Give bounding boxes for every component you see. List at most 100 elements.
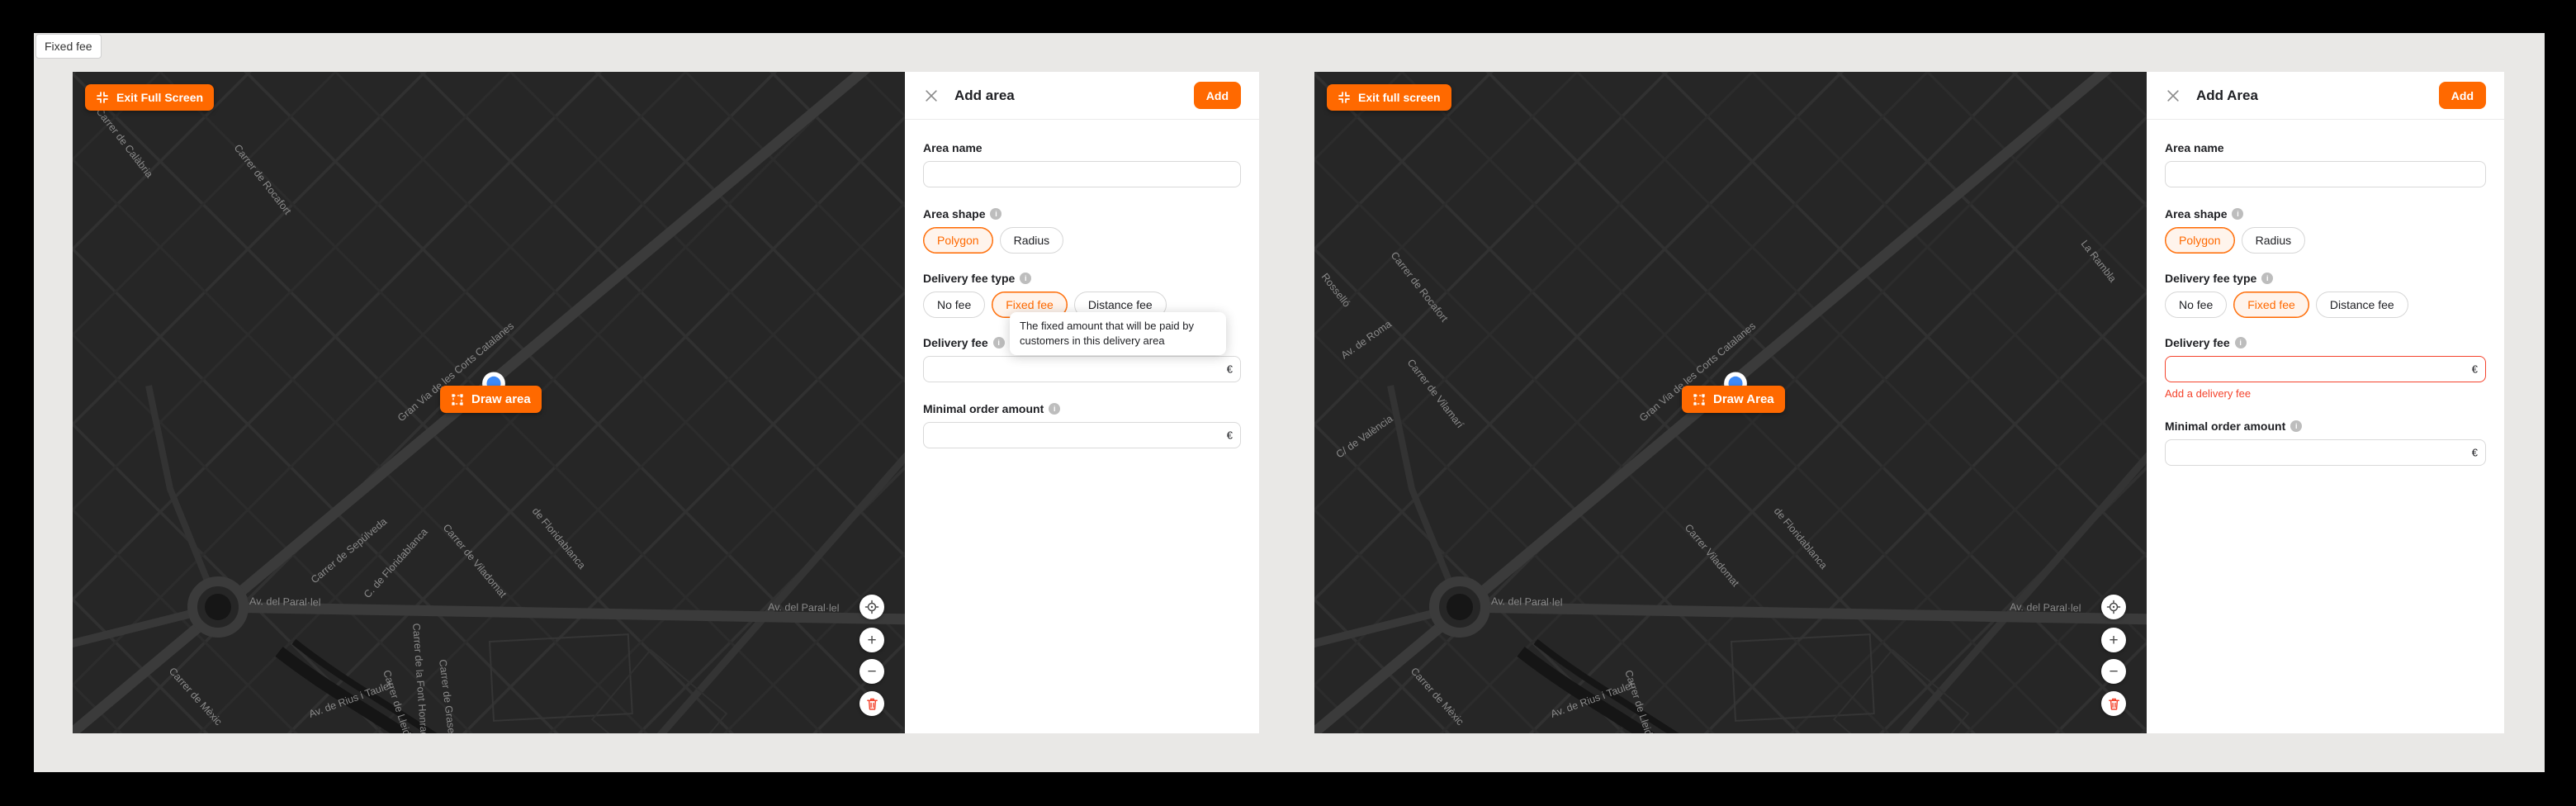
min-order-input[interactable] [923,422,1241,448]
close-icon [2165,88,2181,104]
draw-area-button[interactable]: Draw area [440,386,542,413]
locate-button[interactable] [2101,595,2126,619]
exit-fullscreen-button[interactable]: Exit full screen [1327,84,1451,111]
exit-fullscreen-button[interactable]: Exit Full Screen [85,84,214,111]
delivery-fee-input-wrap: € Add a delivery fee [2165,356,2486,400]
form-header: Add area Add [905,72,1259,120]
min-order-label: Minimal order amount i [923,402,1241,415]
delivery-fee-input[interactable] [2165,356,2486,382]
area-shape-label: Area shape i [2165,207,2486,220]
label-text: Delivery fee type [2165,272,2256,285]
area-name-input[interactable] [2165,161,2486,187]
delivery-fee-label: Delivery fee i [2165,336,2486,349]
form-body: Area name Area shape i Polygon Radius De… [905,120,1259,448]
locate-icon [2106,600,2121,614]
currency-suffix: € [1227,429,1233,442]
close-button[interactable] [2165,88,2181,104]
compress-icon [1338,91,1351,104]
delivery-fee-input-wrap: € [923,356,1241,382]
form-title: Add Area [2196,88,2258,104]
page-canvas: Fixed fee [34,33,2545,772]
delete-area-button[interactable] [859,691,884,716]
zoom-in-button[interactable]: + [859,628,884,652]
exit-fullscreen-label: Exit Full Screen [116,91,203,104]
info-icon[interactable]: i [990,208,1002,220]
dashed-square-icon [451,393,464,406]
info-icon[interactable]: i [2261,273,2273,284]
label-text: Delivery fee [923,336,988,349]
shape-option-polygon[interactable]: Polygon [923,227,993,254]
plus-icon: + [2109,633,2118,648]
form-title: Add area [954,88,1015,104]
minus-icon: − [2109,664,2118,680]
label-text: Area name [2165,141,2224,154]
area-name-input[interactable] [923,161,1241,187]
label-text: Delivery fee [2165,336,2230,349]
draw-area-button[interactable]: Draw Area [1682,386,1785,413]
exit-fullscreen-label: Exit full screen [1358,91,1441,104]
panel-left: Carrer de Calàbria Carrer de Rocafort Gr… [73,72,1259,733]
trash-icon [865,697,879,711]
locate-button[interactable] [859,595,884,619]
label-text: Area name [923,141,983,154]
area-shape-label: Area shape i [923,207,1241,220]
svg-text:Av. del Paral·lel: Av. del Paral·lel [1491,595,1563,609]
fixed-fee-tooltip: The fixed amount that will be paid by cu… [1010,312,1226,355]
zoom-out-button[interactable]: − [2101,659,2126,684]
delete-area-button[interactable] [2101,691,2126,716]
shape-option-radius[interactable]: Radius [2242,227,2306,254]
add-button[interactable]: Add [1194,82,1241,109]
currency-suffix: € [2472,363,2478,376]
fixed-fee-tab[interactable]: Fixed fee [36,34,102,59]
panel-right: Rosselló Carrer de Rocafort Av. de Roma … [1314,72,2504,733]
info-icon[interactable]: i [1049,403,1060,415]
add-area-form-left: Add area Add Area name Area shape i Poly… [905,72,1259,733]
currency-suffix: € [1227,363,1233,376]
fee-option-no-fee[interactable]: No fee [2165,292,2227,318]
label-text: Area shape [2165,207,2227,220]
svg-text:Av. del Paral·lel: Av. del Paral·lel [2010,601,2081,614]
fee-type-options: No fee Fixed fee Distance fee [2165,292,2486,318]
fee-option-no-fee[interactable]: No fee [923,292,985,318]
fee-option-fixed-fee[interactable]: Fixed fee [2233,292,2309,318]
delivery-fee-input[interactable] [923,356,1241,382]
area-name-input-wrap [923,161,1241,187]
area-shape-options: Polygon Radius [923,227,1241,254]
minus-icon: − [867,664,876,680]
svg-text:Av. del Paral·lel: Av. del Paral·lel [768,601,840,614]
info-icon[interactable]: i [1020,273,1031,284]
locate-icon [864,600,879,614]
area-shape-options: Polygon Radius [2165,227,2486,254]
draw-area-label: Draw area [471,392,531,406]
area-name-label: Area name [2165,141,2486,154]
info-icon[interactable]: i [2290,420,2302,432]
form-header: Add Area Add [2147,72,2504,120]
currency-suffix: € [2472,447,2478,459]
close-icon [923,88,940,104]
info-icon[interactable]: i [993,337,1005,348]
label-text: Delivery fee type [923,272,1015,285]
trash-icon [2107,697,2121,711]
min-order-input-wrap: € [2165,439,2486,466]
label-text: Minimal order amount [923,402,1044,415]
min-order-input[interactable] [2165,439,2486,466]
map-right[interactable]: Rosselló Carrer de Rocafort Av. de Roma … [1314,72,2147,733]
shape-option-polygon[interactable]: Polygon [2165,227,2235,254]
fee-type-label: Delivery fee type i [2165,272,2486,285]
zoom-out-button[interactable]: − [859,659,884,684]
label-text: Area shape [923,207,985,220]
info-icon[interactable]: i [2232,208,2243,220]
svg-text:Av. del Paral·lel: Av. del Paral·lel [249,595,321,609]
form-body: Area name Area shape i Polygon Radius De… [2147,120,2504,466]
shape-option-radius[interactable]: Radius [1000,227,1064,254]
close-button[interactable] [923,88,940,104]
min-order-input-wrap: € [923,422,1241,448]
add-button[interactable]: Add [2439,82,2486,109]
zoom-in-button[interactable]: + [2101,628,2126,652]
info-icon[interactable]: i [2235,337,2247,348]
min-order-label: Minimal order amount i [2165,420,2486,433]
map-left[interactable]: Carrer de Calàbria Carrer de Rocafort Gr… [73,72,905,733]
area-name-label: Area name [923,141,1241,154]
compress-icon [96,91,109,104]
fee-option-distance-fee[interactable]: Distance fee [2316,292,2408,318]
